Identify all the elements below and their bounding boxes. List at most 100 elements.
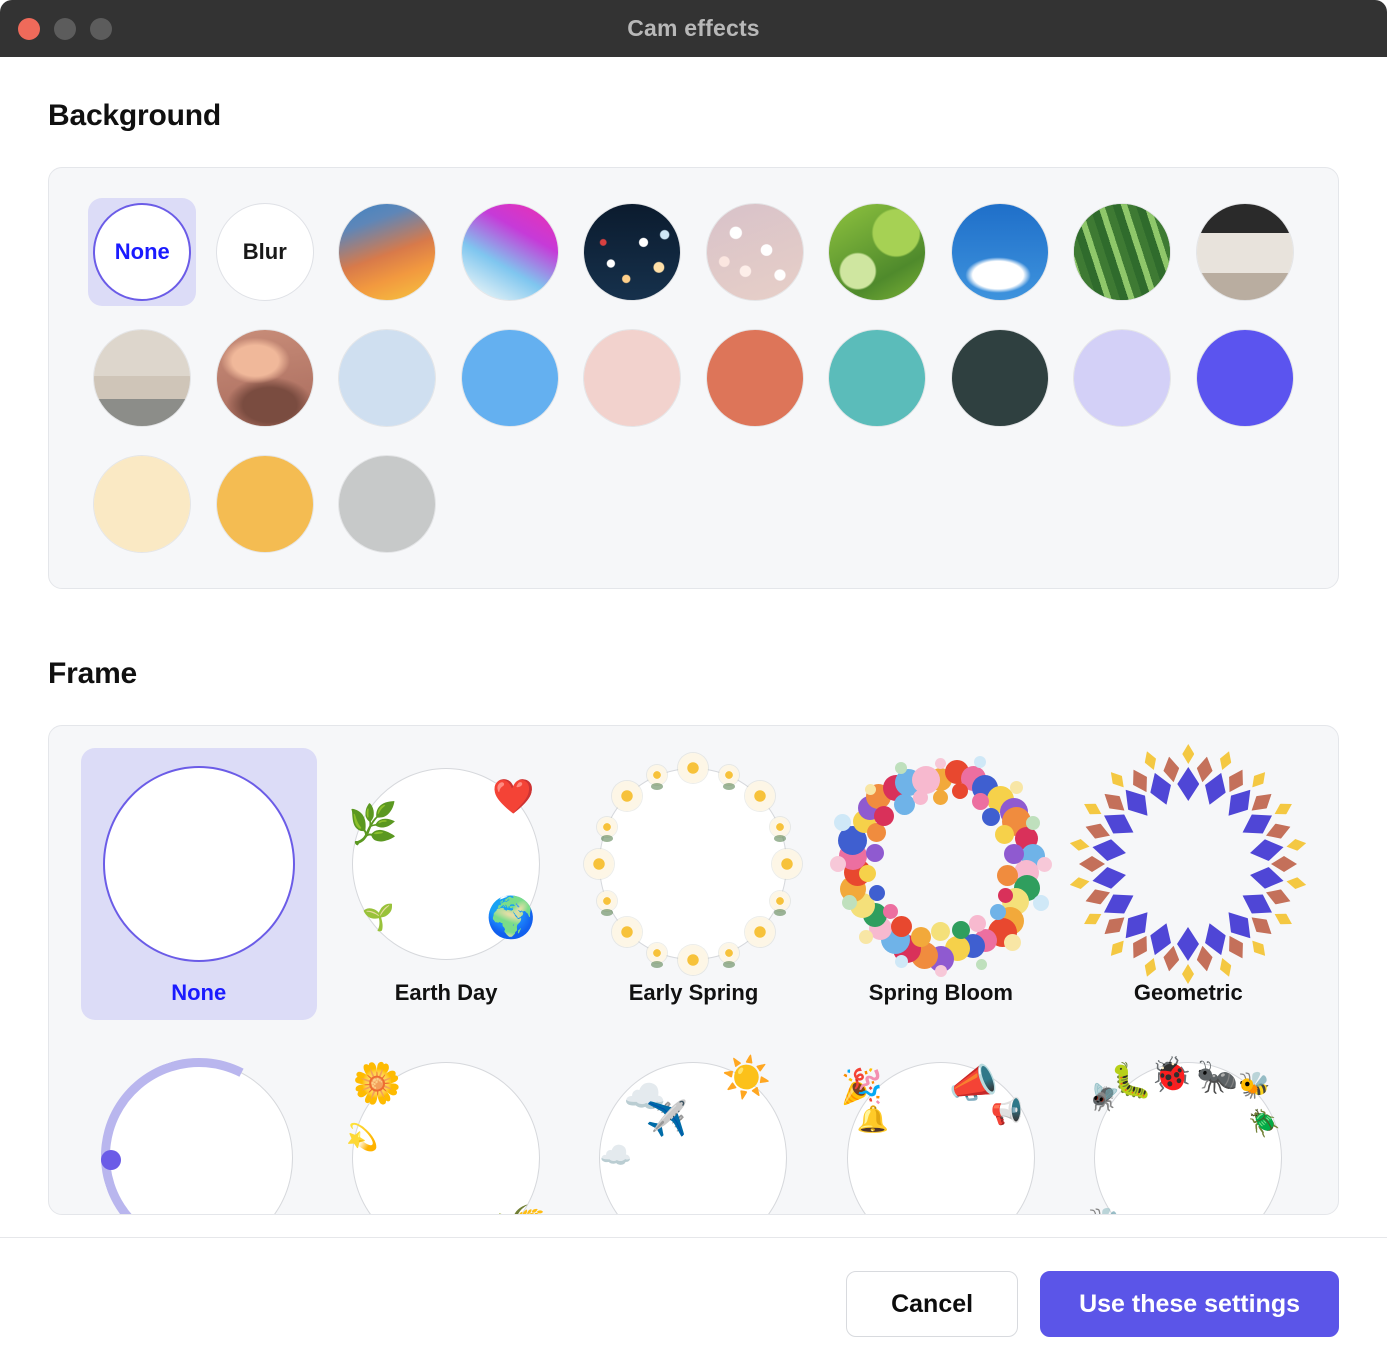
background-swatch-solid-dark-slate[interactable] bbox=[946, 324, 1054, 432]
background-heading: Background bbox=[48, 99, 222, 132]
frame-option-spring-bloom[interactable]: Spring Bloom bbox=[823, 748, 1059, 1020]
frame-emoji: 🌼 bbox=[352, 1062, 402, 1106]
swatch-circle-solid-gray bbox=[338, 455, 437, 553]
frame-emoji: 🌍 bbox=[486, 896, 536, 940]
background-swatch-palm-leaf[interactable] bbox=[1068, 198, 1176, 306]
frame-label: Geometric bbox=[1133, 980, 1243, 1005]
cancel-button[interactable]: Cancel bbox=[846, 1271, 1019, 1337]
swatch-circle-solid-teal bbox=[828, 329, 927, 427]
frame-option-earth-day[interactable]: 🌿 🌱 ❤️ 🌍 Earth Day bbox=[328, 748, 564, 1020]
frame-thumbnail-weather: ☀️ ☁️ ✈️ ☁️ bbox=[593, 1056, 793, 1214]
swatch-circle-solid-indigo bbox=[1195, 329, 1294, 427]
background-swatch-solid-pale-blue[interactable] bbox=[333, 324, 441, 432]
frame-emoji: 🐝 bbox=[1088, 1208, 1120, 1214]
frame-heading: Frame bbox=[48, 657, 138, 690]
frame-thumbnail-bugs: 🐛🐞🐜🐝🪲🪰🐝 bbox=[1088, 1056, 1288, 1214]
background-swatch-solid-indigo[interactable] bbox=[1191, 324, 1299, 432]
frame-option-celebration[interactable]: 🎉 📣 📢 🔔 bbox=[823, 1042, 1059, 1214]
frame-emoji: ☀️ bbox=[721, 1056, 772, 1100]
frame-thumbnail-flower-petal: 🌼 💫 🌾 bbox=[346, 1058, 546, 1214]
frame-ring bbox=[102, 766, 295, 962]
swatch-circle-solid-lavender bbox=[1073, 329, 1172, 427]
background-swatch-bokeh-rose[interactable] bbox=[701, 198, 809, 306]
frame-thumbnail-arc-purple bbox=[75, 1032, 323, 1214]
dialog-footer: Cancel Use these settings bbox=[0, 1237, 1387, 1370]
swatch-label: None bbox=[114, 239, 170, 264]
swatch-circle-blur: Blur bbox=[215, 203, 314, 301]
frame-label: Early Spring bbox=[628, 980, 759, 1005]
frame-emoji: 🔔 bbox=[856, 1104, 890, 1134]
cam-effects-window: Cam effects Background None Blur Frame No… bbox=[0, 0, 1387, 1370]
frame-option-bugs[interactable]: 🐛🐞🐜🐝🪲🪰🐝 bbox=[1070, 1042, 1306, 1214]
frame-grid-row1: None 🌿 🌱 ❤️ 🌍 Earth Day Early Spring Spring Blo… bbox=[75, 744, 1312, 1020]
background-swatch-solid-lavender[interactable] bbox=[1068, 324, 1176, 432]
frame-thumbnail-early-spring bbox=[584, 753, 803, 975]
use-these-settings-button[interactable]: Use these settings bbox=[1040, 1271, 1339, 1337]
window-controls bbox=[0, 17, 112, 40]
background-swatch-solid-blush[interactable] bbox=[578, 324, 686, 432]
background-swatch-solid-gray[interactable] bbox=[333, 450, 441, 558]
background-swatch-cafe-room[interactable] bbox=[1191, 198, 1299, 306]
frame-label: Spring Bloom bbox=[868, 980, 1013, 1005]
maximize-button[interactable] bbox=[90, 17, 112, 40]
frame-option-arc-purple[interactable] bbox=[75, 1032, 323, 1214]
background-swatch-solid-amber[interactable] bbox=[211, 450, 319, 558]
frame-emoji: ✈️ bbox=[645, 1100, 688, 1138]
swatch-circle-solid-pale-blue bbox=[338, 329, 437, 427]
swatch-circle-solid-amber bbox=[215, 455, 314, 553]
frame-option-none[interactable]: None bbox=[80, 748, 317, 1020]
background-swatch-none[interactable]: None bbox=[88, 198, 197, 306]
frame-option-weather[interactable]: ☀️ ☁️ ✈️ ☁️ bbox=[575, 1042, 811, 1214]
background-swatch-green-leaves[interactable] bbox=[823, 198, 931, 306]
swatch-label: Blur bbox=[242, 239, 287, 264]
background-swatch-gradient-warm[interactable] bbox=[333, 198, 441, 306]
frame-option-flower-petal[interactable]: 🌼 💫 🌾 bbox=[328, 1042, 564, 1214]
swatch-circle-solid-sky-blue bbox=[460, 329, 559, 427]
frame-emoji: 🪰 bbox=[1088, 1082, 1121, 1112]
swatch-circle-gradient-warm bbox=[338, 203, 437, 301]
frame-thumbnail-celebration: 🎉 📣 📢 🔔 bbox=[840, 1058, 1041, 1214]
swatch-circle-solid-blush bbox=[583, 329, 682, 427]
swatch-circle-solid-cream bbox=[93, 455, 192, 553]
background-swatch-bokeh-night[interactable] bbox=[578, 198, 686, 306]
background-swatch-solid-sky-blue[interactable] bbox=[456, 324, 564, 432]
frame-emoji: ❤️ bbox=[492, 778, 535, 816]
background-swatch-sunset-clouds[interactable] bbox=[211, 324, 319, 432]
frame-option-geometric[interactable]: Geometric bbox=[1070, 744, 1306, 1020]
minimize-button[interactable] bbox=[54, 17, 76, 40]
swatch-circle-bokeh-night bbox=[583, 203, 682, 301]
swatch-circle-cafe-room bbox=[1195, 203, 1294, 301]
background-swatch-blur[interactable]: Blur bbox=[211, 198, 319, 306]
frame-emoji: 🐜 bbox=[1196, 1058, 1239, 1096]
frame-grid-row2: 🌼💫🌾☀️☁️✈️☁️🎉📣📢🔔🐛🐞🐜🐝🪲🪰🐝 bbox=[75, 1032, 1312, 1214]
swatch-circle-gradient-pink bbox=[460, 203, 559, 301]
swatch-circle-none: None bbox=[93, 203, 192, 301]
frame-panel[interactable]: None 🌿 🌱 ❤️ 🌍 Earth Day Early Spring Spring Blo… bbox=[48, 725, 1339, 1215]
window-titlebar: Cam effects bbox=[0, 0, 1387, 57]
background-swatch-grid: None Blur bbox=[81, 198, 1306, 558]
swatch-circle-sunset-clouds bbox=[215, 329, 314, 427]
background-swatch-living-room[interactable] bbox=[88, 324, 196, 432]
frame-emoji: ☁️ bbox=[599, 1140, 632, 1170]
swatch-circle-solid-dark-slate bbox=[950, 329, 1049, 427]
close-button[interactable] bbox=[18, 17, 40, 40]
background-panel: None Blur bbox=[48, 167, 1339, 589]
frame-option-early-spring[interactable]: Early Spring bbox=[575, 748, 811, 1020]
background-swatch-solid-teal[interactable] bbox=[823, 324, 931, 432]
frame-emoji: 🐞 bbox=[1150, 1056, 1193, 1094]
frame-emoji: 🐝 bbox=[1238, 1070, 1271, 1100]
background-swatch-solid-cream[interactable] bbox=[88, 450, 196, 558]
frame-thumbnail-spring-bloom bbox=[829, 756, 1053, 977]
background-swatch-blue-sky[interactable] bbox=[946, 198, 1054, 306]
window-title: Cam effects bbox=[627, 15, 760, 41]
background-swatch-gradient-pink[interactable] bbox=[456, 198, 564, 306]
background-swatch-solid-coral[interactable] bbox=[701, 324, 809, 432]
frame-emoji: 📢 bbox=[990, 1096, 1024, 1126]
frame-emoji: 🎉 bbox=[840, 1068, 884, 1106]
swatch-circle-solid-coral bbox=[705, 329, 804, 427]
swatch-circle-living-room bbox=[93, 329, 192, 427]
swatch-circle-bokeh-rose bbox=[705, 203, 804, 301]
frame-thumbnail-geometric bbox=[1088, 744, 1288, 964]
frame-label: Earth Day bbox=[394, 980, 498, 1005]
effects-content: Background None Blur Frame None 🌿 🌱 ❤️ 🌍 Earth… bbox=[0, 57, 1387, 1237]
